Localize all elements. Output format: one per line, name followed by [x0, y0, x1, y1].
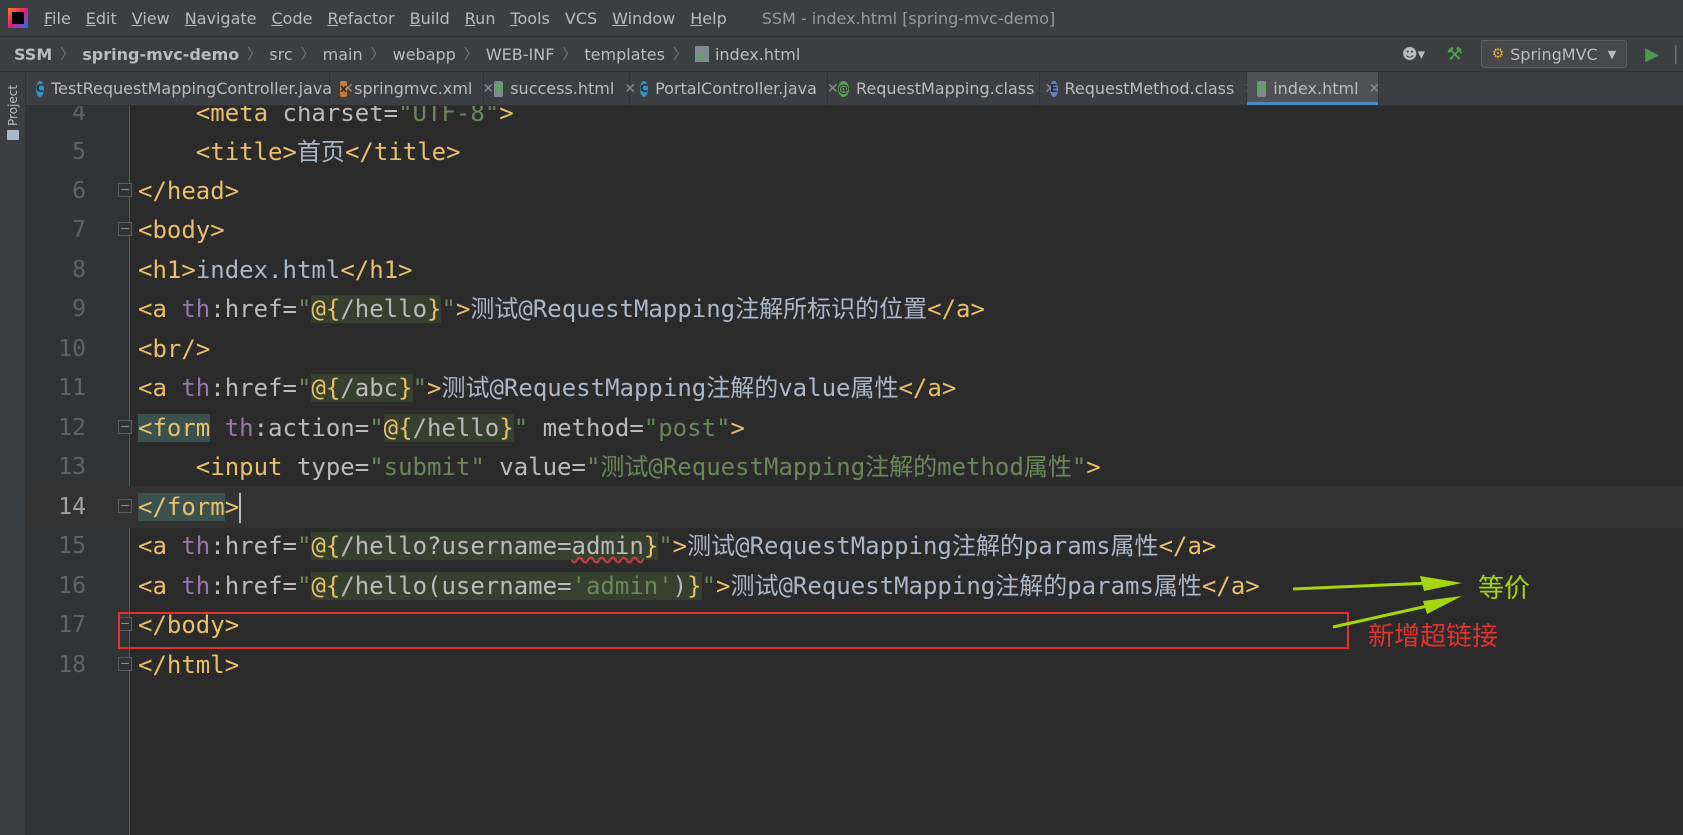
annotation-new-link-label: 新增超链接 [1368, 622, 1499, 652]
annotation-arrows [1292, 576, 1462, 629]
annotation-equivalent-label: 等价 [1478, 574, 1531, 604]
arrow-equal-line [1292, 581, 1431, 591]
